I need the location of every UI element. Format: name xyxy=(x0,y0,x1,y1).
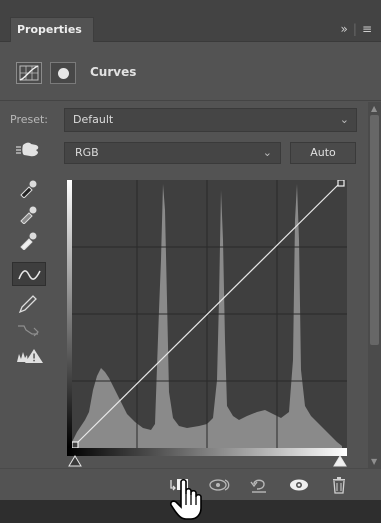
collapse-icon[interactable]: » xyxy=(341,22,349,36)
channel-value: RGB xyxy=(75,146,99,159)
preset-dropdown[interactable]: Default ⌄ xyxy=(64,108,357,132)
clipping-warning-icon[interactable] xyxy=(12,344,46,368)
sample-gray-point-eyedropper-icon[interactable] xyxy=(12,202,46,226)
edit-points-curve-icon[interactable] xyxy=(12,262,46,286)
curves-content: Preset: Default ⌄ RGB ⌄ Auto ▲ ▼ xyxy=(0,102,381,468)
trash-icon[interactable] xyxy=(324,473,352,497)
auto-button[interactable]: Auto xyxy=(290,142,356,164)
visibility-eye-icon[interactable] xyxy=(284,473,312,497)
targeted-adjustment-hand-icon[interactable] xyxy=(14,139,42,161)
view-previous-state-icon[interactable] xyxy=(204,473,232,497)
curve-point-white[interactable] xyxy=(337,180,345,187)
curves-graph[interactable] xyxy=(67,180,347,448)
preset-value: Default xyxy=(73,113,114,126)
scrollbar-thumb[interactable] xyxy=(370,115,379,345)
hand-cursor-icon xyxy=(170,478,202,520)
reset-icon[interactable] xyxy=(244,473,272,497)
mask-icon[interactable] xyxy=(50,62,76,84)
tab-actions: » | ≡ xyxy=(341,22,373,36)
properties-header: Curves xyxy=(0,43,381,101)
chevron-down-icon: ⌄ xyxy=(339,113,349,126)
chevron-down-icon: ⌄ xyxy=(262,146,272,159)
smooth-curve-icon[interactable] xyxy=(12,318,46,342)
scroll-down-arrow-icon[interactable]: ▼ xyxy=(371,457,377,466)
tab-properties[interactable]: Properties xyxy=(10,17,94,42)
scroll-up-arrow-icon[interactable]: ▲ xyxy=(371,104,377,113)
panel-scrollbar[interactable]: ▲ ▼ xyxy=(368,102,381,468)
sample-white-point-eyedropper-icon[interactable] xyxy=(12,228,46,252)
white-point-slider[interactable] xyxy=(333,455,347,467)
panel-menu-icon[interactable]: ≡ xyxy=(362,22,373,36)
output-gradient-bar xyxy=(67,180,72,448)
adjustment-title: Curves xyxy=(90,65,137,79)
panel-tabbar: Properties » | ≡ xyxy=(0,0,381,42)
preset-label: Preset: xyxy=(10,113,49,126)
pencil-draw-icon[interactable] xyxy=(12,292,46,316)
channel-dropdown[interactable]: RGB ⌄ xyxy=(64,142,281,164)
black-point-slider[interactable] xyxy=(68,455,82,467)
sample-black-point-eyedropper-icon[interactable] xyxy=(12,176,46,200)
curves-adjustment-icon[interactable] xyxy=(16,62,42,84)
mask-circle xyxy=(58,68,69,79)
input-gradient-bar xyxy=(67,448,347,456)
properties-panel: Properties » | ≡ Curves Preset: Default ⌄ xyxy=(0,0,381,523)
divider: | xyxy=(352,22,358,36)
